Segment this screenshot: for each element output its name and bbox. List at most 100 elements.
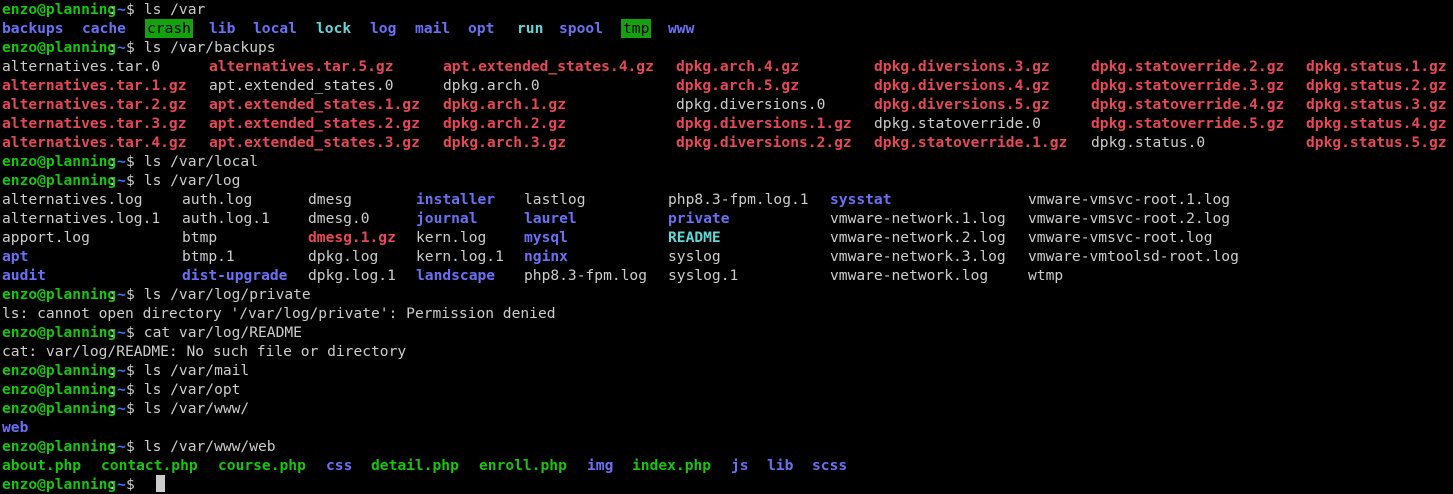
file-entry: php8.3-fpm.log (524, 267, 648, 284)
file-entry: vmware-vmsvc-root.2.log (1028, 210, 1231, 227)
file-entry: btmp.1 (182, 248, 235, 265)
file-entry: apt.extended_states.2.gz (209, 115, 420, 132)
dir-entry-backups: backups (2, 20, 64, 37)
file-entry: mysql (524, 229, 568, 246)
permission-denied-error: ls: cannot open directory '/var/log/priv… (2, 305, 556, 322)
dir-entry-run: run (517, 20, 544, 37)
prompt-path: ~ (117, 172, 126, 189)
prompt-user-host: enzo@planning (2, 438, 117, 455)
file-entry: dpkg.arch.3.gz (443, 134, 567, 151)
dir-entry-lib: lib (209, 20, 236, 37)
prompt-path: ~ (117, 324, 126, 341)
file-entry: enroll.php (479, 457, 567, 474)
prompt-separator: : (108, 400, 117, 417)
dir-entry-log: log (370, 20, 397, 37)
file-entry: dpkg.arch.4.gz (676, 58, 800, 75)
command-text: ls /var/log (135, 172, 241, 189)
file-entry: alternatives.tar.4.gz (2, 134, 187, 151)
file-entry: vmware-vmsvc-root.log (1028, 229, 1213, 246)
prompt-symbol: $ (126, 172, 135, 189)
command-text: ls /var/www/web (135, 438, 276, 455)
file-entry: dpkg.status.4.gz (1306, 115, 1447, 132)
file-entry: vmware-vmsvc-root.1.log (1028, 191, 1231, 208)
file-entry: dpkg.status.2.gz (1306, 77, 1447, 94)
file-entry: apport.log (2, 229, 90, 246)
file-entry: journal (416, 210, 478, 227)
prompt-separator: : (108, 1, 117, 18)
file-entry: vmware-network.log (830, 267, 989, 284)
prompt-user-host: enzo@planning (2, 476, 117, 493)
prompt-symbol: $ (126, 400, 135, 417)
prompt-user-host: enzo@planning (2, 39, 117, 56)
file-entry: dpkg.diversions.5.gz (874, 96, 1050, 113)
prompt-user-host: enzo@planning (2, 153, 117, 170)
file-entry: dmesg.0 (308, 210, 370, 227)
file-entry: dpkg.log (308, 248, 379, 265)
command-text: ls /var/opt (135, 381, 241, 398)
file-entry: laurel (524, 210, 577, 227)
file-entry: dpkg.statoverride.0 (874, 115, 1041, 132)
command-text: ls /var (135, 1, 206, 18)
dir-entry-mail: mail (415, 20, 451, 37)
file-entry: auth.log (182, 191, 253, 208)
prompt-path: ~ (117, 153, 126, 170)
prompt-path: ~ (117, 286, 126, 303)
file-entry: private (668, 210, 730, 227)
prompt-symbol: $ (126, 362, 135, 379)
file-entry: README (668, 229, 721, 246)
file-entry: dpkg.statoverride.1.gz (874, 134, 1068, 151)
prompt-path: ~ (117, 381, 126, 398)
file-entry: dpkg.statoverride.3.gz (1091, 77, 1285, 94)
prompt-symbol: $ (126, 1, 135, 18)
command-text: ls /var/log/private (135, 286, 311, 303)
file-entry: dmesg (308, 191, 352, 208)
prompt-symbol: $ (126, 324, 135, 341)
dir-entry-crash: crash (145, 19, 193, 38)
dir-entry-spool: spool (559, 20, 603, 37)
dir-entry-opt: opt (468, 20, 495, 37)
dir-entry-lock: lock (316, 20, 352, 37)
file-entry: alternatives.tar.3.gz (2, 115, 187, 132)
file-entry: dpkg.diversions.4.gz (874, 77, 1050, 94)
prompt-symbol: $ (126, 286, 135, 303)
file-entry: dpkg.arch.5.gz (676, 77, 800, 94)
file-entry: course.php (218, 457, 306, 474)
file-entry: dist-upgrade (182, 267, 288, 284)
file-entry: alternatives.tar.0 (2, 58, 161, 75)
prompt-symbol: $ (126, 39, 135, 56)
prompt-separator: : (108, 476, 117, 493)
file-entry: kern.log (416, 229, 487, 246)
command-text: ls /var/local (135, 153, 259, 170)
dir-entry-www: www (668, 20, 695, 37)
file-entry: apt.extended_states.3.gz (209, 134, 420, 151)
dir-entry-web: web (2, 419, 29, 436)
prompt-user-host: enzo@planning (2, 324, 117, 341)
dir-entry-local: local (253, 20, 297, 37)
prompt-user-host: enzo@planning (2, 381, 117, 398)
file-entry: dpkg.diversions.0 (676, 96, 826, 113)
prompt-separator: : (108, 381, 117, 398)
file-entry: dpkg.status.5.gz (1306, 134, 1447, 151)
file-entry: dpkg.status.3.gz (1306, 96, 1447, 113)
file-entry: dpkg.statoverride.2.gz (1091, 58, 1285, 75)
prompt-path: ~ (117, 476, 126, 493)
file-entry: alternatives.log.1 (2, 210, 161, 227)
file-entry: contact.php (101, 457, 198, 474)
prompt-symbol: $ (126, 476, 135, 493)
file-entry: dpkg.diversions.1.gz (676, 115, 852, 132)
file-entry: dpkg.arch.2.gz (443, 115, 567, 132)
prompt-separator: : (108, 172, 117, 189)
prompt-separator: : (108, 362, 117, 379)
prompt-path: ~ (117, 39, 126, 56)
file-entry: landscape (416, 267, 496, 284)
file-entry: dpkg.log.1 (308, 267, 396, 284)
file-entry: detail.php (371, 457, 459, 474)
file-entry: css (326, 457, 353, 474)
text-cursor[interactable] (156, 475, 165, 492)
file-entry: audit (2, 267, 46, 284)
file-entry: apt.extended_states.4.gz (443, 58, 654, 75)
prompt-user-host: enzo@planning (2, 1, 117, 18)
terminal-window[interactable]: enzo@planning: ~ $ ls /var backups cache cras… (0, 0, 1453, 493)
file-entry: nginx (524, 248, 568, 265)
file-entry: lib (767, 457, 794, 474)
